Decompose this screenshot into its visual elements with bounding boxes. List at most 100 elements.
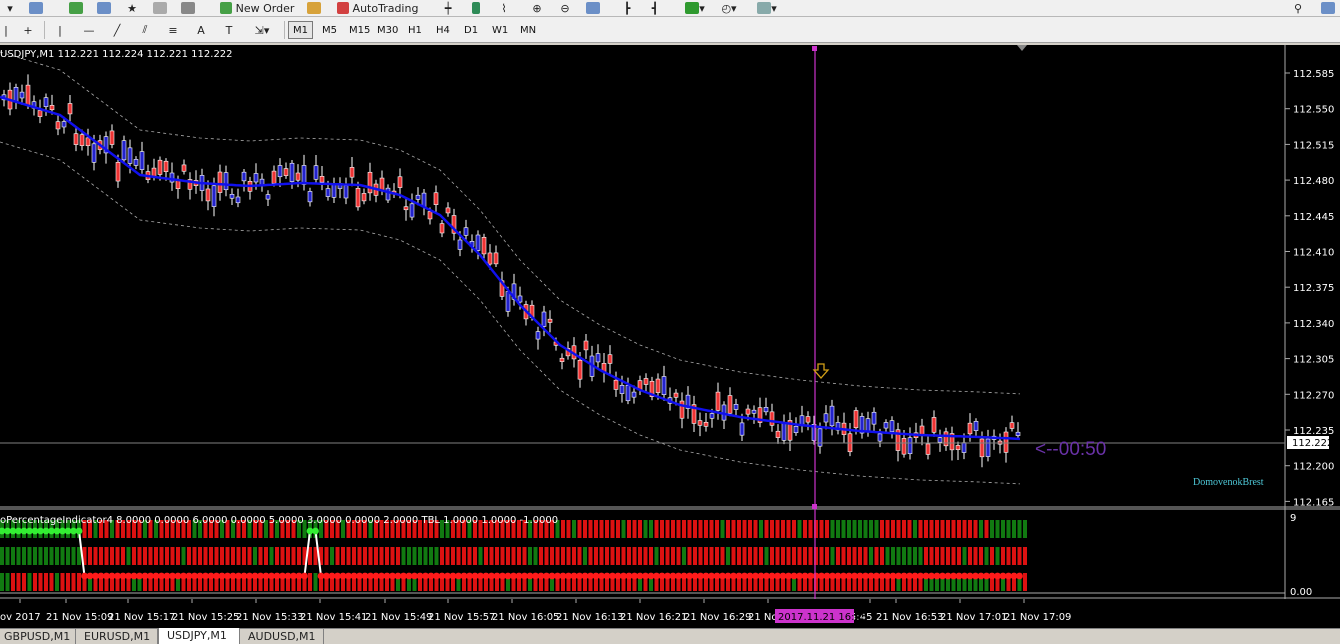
candle-body: [727, 395, 733, 414]
indicator-bar: [352, 547, 356, 565]
indicator-bar: [308, 573, 312, 591]
indicator-bar: [847, 520, 851, 538]
menu-dropdown-icon[interactable]: ▾: [0, 0, 20, 16]
meta-editor-icon[interactable]: [304, 0, 324, 16]
horizontal-line-icon[interactable]: —: [80, 22, 98, 38]
tab-eurusd[interactable]: EURUSD,M1: [76, 629, 158, 644]
search-icon[interactable]: ⚲: [1288, 0, 1308, 16]
tab-gbpusd[interactable]: GBPUSD,M1: [0, 629, 76, 644]
candle-body: [271, 170, 277, 184]
indicator-bar: [759, 520, 763, 538]
candle-body: [85, 137, 91, 147]
chart-shift-marker[interactable]: [1017, 45, 1027, 51]
navigator-icon[interactable]: [94, 0, 114, 16]
candle-body: [475, 234, 481, 251]
terminal-icon[interactable]: [150, 0, 170, 16]
candle-body: [877, 433, 883, 442]
indicator-bar: [1023, 520, 1027, 538]
down-arrow-icon[interactable]: [812, 363, 830, 379]
indicator-bar: [390, 547, 395, 565]
candle-body: [925, 443, 931, 455]
candle-body: [865, 418, 871, 432]
indicator-bar: [522, 547, 527, 565]
cursor-icon[interactable]: |: [0, 22, 12, 38]
indicator-bar: [984, 520, 989, 538]
candle-body: [607, 354, 613, 364]
candle-body: [67, 103, 73, 115]
timeframe-m1[interactable]: M1: [288, 21, 313, 39]
vertical-line-icon[interactable]: |: [52, 22, 68, 38]
timeframe-mn[interactable]: MN: [515, 21, 541, 39]
price-chart[interactable]: 112.585 112.550 112.515 112.480 112.445 112.4…: [0, 45, 1340, 599]
timeframe-d1[interactable]: D1: [459, 21, 483, 39]
candle-body: [157, 159, 163, 175]
candle-body: [361, 193, 367, 202]
indicator-bar: [671, 547, 675, 565]
timeframe-m30[interactable]: M30: [372, 21, 403, 39]
trend-line-icon[interactable]: ╱: [108, 22, 126, 38]
indicator-pane: [0, 520, 1027, 591]
new-order-button[interactable]: New Order: [212, 0, 302, 16]
tile-windows-icon[interactable]: [583, 0, 603, 16]
indicator-bar: [984, 547, 989, 565]
indicator-bar: [687, 547, 692, 565]
candle-body: [91, 143, 97, 163]
indicator-bar: [946, 547, 950, 565]
candle-chart-icon[interactable]: [466, 0, 486, 16]
indicator-bar: [731, 520, 736, 538]
equidistant-channel-icon[interactable]: ⫽: [136, 22, 154, 38]
tester-icon[interactable]: [178, 0, 198, 16]
time-tick-label: 21 Nov 16:05: [492, 612, 559, 623]
new-chart-icon[interactable]: [66, 0, 86, 16]
chart-window[interactable]: 112.585 112.550 112.515 112.480 112.445 112.4…: [0, 45, 1340, 599]
indicator-bar: [830, 520, 835, 538]
indicator-bar: [995, 520, 1000, 538]
arrows-icon[interactable]: ⇲▾: [248, 22, 276, 38]
crosshair-handle[interactable]: [812, 504, 817, 509]
line-chart-icon[interactable]: ⌇: [494, 0, 514, 16]
candle-body: [655, 378, 661, 393]
zoom-in-icon[interactable]: ⊕: [527, 0, 547, 16]
indicator-bar: [786, 520, 791, 538]
indicator-bar: [440, 547, 444, 565]
indicators-icon[interactable]: ▾: [680, 0, 710, 16]
autotrading-label: AutoTrading: [352, 1, 419, 15]
timeframe-h1[interactable]: H1: [403, 21, 427, 39]
indicator-bar: [720, 520, 725, 538]
chart-shift-icon[interactable]: ┣: [617, 0, 637, 16]
timeframe-w1[interactable]: W1: [487, 21, 513, 39]
indicator-bar: [11, 547, 15, 565]
indicator-bar: [286, 547, 290, 565]
text-icon[interactable]: A: [192, 22, 210, 38]
autoscroll-icon[interactable]: ┫: [645, 0, 665, 16]
community-icon[interactable]: [1318, 0, 1338, 16]
indicator-bar: [792, 547, 796, 565]
fibonacci-icon[interactable]: ≡: [164, 22, 182, 38]
text-label-icon[interactable]: T: [220, 22, 238, 38]
tab-usdjpy[interactable]: USDJPY,M1: [158, 628, 240, 644]
signal-dot: [312, 527, 319, 535]
periods-icon[interactable]: ◴▾: [714, 0, 744, 16]
timeframe-m15[interactable]: M15: [344, 21, 375, 39]
indicator-bar: [418, 547, 422, 565]
indicator-bar: [110, 547, 114, 565]
indicator-bar: [44, 573, 48, 591]
autotrading-button[interactable]: AutoTrading: [330, 0, 425, 16]
candles: [1, 74, 1021, 468]
templates-icon[interactable]: ▾: [752, 0, 782, 16]
candle-body: [769, 411, 775, 426]
indicator-bar: [709, 547, 714, 565]
crosshair-icon[interactable]: +: [18, 22, 38, 38]
indicator-bar: [940, 547, 945, 565]
candle-body: [433, 192, 439, 205]
indicator-bar: [16, 547, 21, 565]
bar-chart-icon[interactable]: ┿: [438, 0, 458, 16]
timeframe-h4[interactable]: H4: [431, 21, 455, 39]
indicator-bar: [313, 573, 318, 591]
zoom-out-icon[interactable]: ⊖: [555, 0, 575, 16]
profiles-icon[interactable]: [26, 0, 46, 16]
favorites-star-icon[interactable]: ★: [122, 0, 142, 16]
timeframe-m5[interactable]: M5: [317, 21, 342, 39]
crosshair-handle[interactable]: [812, 46, 817, 51]
tab-audusd[interactable]: AUDUSD,M1: [240, 629, 324, 644]
